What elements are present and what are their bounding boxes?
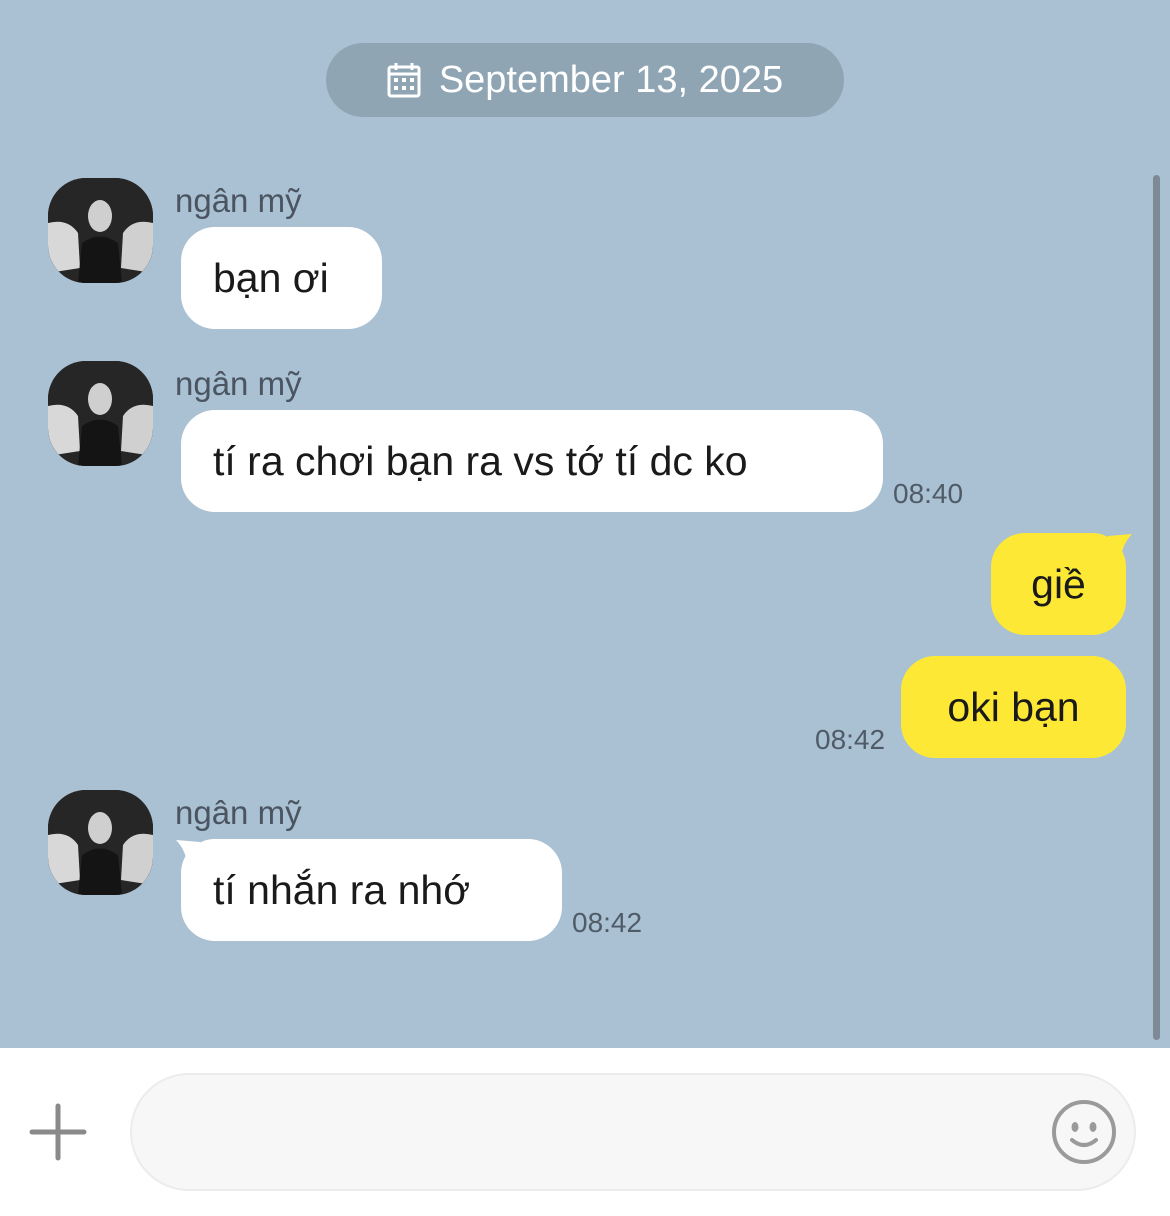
message-bubble[interactable]: oki bạn bbox=[901, 656, 1126, 758]
avatar[interactable] bbox=[48, 178, 153, 283]
message-time: 08:42 bbox=[572, 907, 643, 938]
message-bubble[interactable]: bạn ơi bbox=[181, 227, 382, 329]
message-bubble[interactable]: tí ra chơi bạn ra vs tớ tí dc ko bbox=[181, 410, 883, 512]
message-time: 08:42 bbox=[815, 724, 886, 755]
sender-name: ngân mỹ bbox=[175, 182, 302, 219]
sender-name: ngân mỹ bbox=[175, 794, 302, 831]
smiley-icon bbox=[1052, 1100, 1116, 1164]
scrollbar[interactable] bbox=[1153, 175, 1160, 1040]
attach-button[interactable] bbox=[26, 1100, 90, 1164]
message-time: 08:40 bbox=[893, 478, 964, 509]
plus-icon bbox=[29, 1103, 87, 1161]
message-bubble[interactable]: giề bbox=[991, 533, 1126, 635]
message-text: bạn ơi bbox=[213, 254, 329, 301]
calendar-icon bbox=[387, 63, 421, 98]
emoji-button[interactable] bbox=[1050, 1098, 1118, 1166]
message-text: giề bbox=[1031, 560, 1086, 607]
avatar[interactable] bbox=[48, 790, 153, 895]
message-bubble[interactable]: tí nhắn ra nhớ bbox=[181, 839, 562, 941]
bubble-tail bbox=[1108, 534, 1132, 562]
date-text: September 13, 2025 bbox=[438, 58, 784, 101]
sender-name: ngân mỹ bbox=[175, 365, 302, 402]
message-text: oki bạn bbox=[947, 683, 1080, 730]
avatar[interactable] bbox=[48, 361, 153, 466]
message-input[interactable] bbox=[130, 1073, 1136, 1191]
message-text: tí ra chơi bạn ra vs tớ tí dc ko bbox=[213, 437, 748, 484]
message-text: tí nhắn ra nhớ bbox=[213, 866, 471, 913]
chat-area: September 13, 2025 ngân mỹ bạn ơi ngân m… bbox=[0, 0, 1170, 1048]
message-composer bbox=[0, 1048, 1170, 1216]
date-separator: September 13, 2025 bbox=[326, 43, 844, 117]
